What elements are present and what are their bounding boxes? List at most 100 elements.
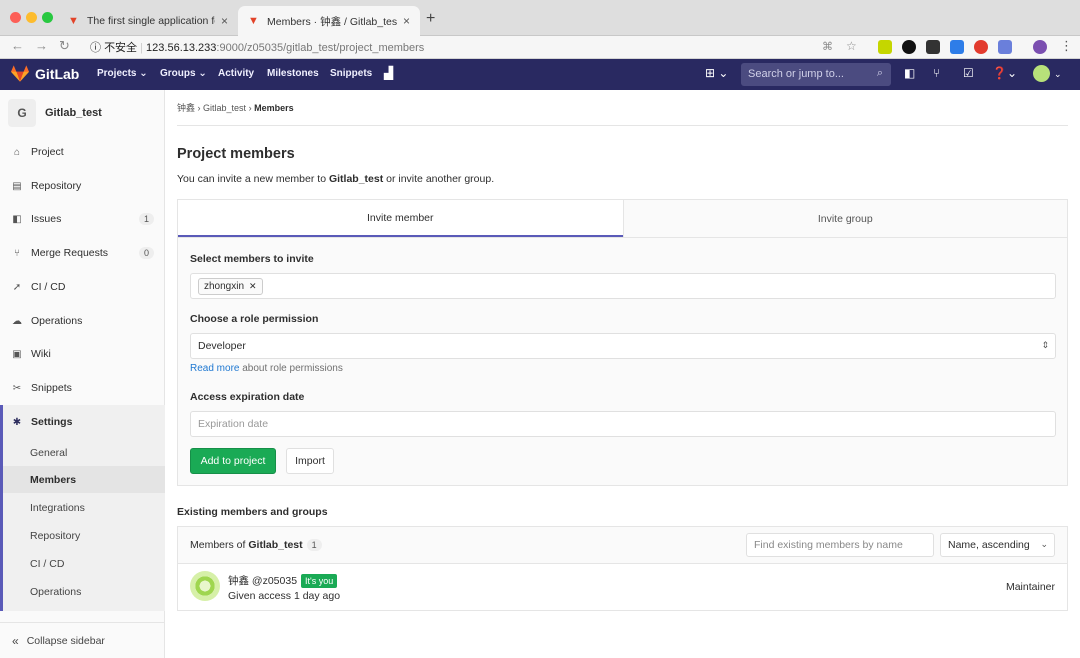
role-selected-value: Developer <box>198 340 246 352</box>
breadcrumb-owner[interactable]: 钟鑫 <box>177 103 195 113</box>
new-tab-button[interactable]: + <box>426 10 435 28</box>
breadcrumb: 钟鑫 › Gitlab_test › Members <box>177 101 294 114</box>
browser-tab-bar: ▼ The first single application for e × ▼… <box>0 0 1080 36</box>
expiration-date-input[interactable]: Expiration date <box>190 411 1056 437</box>
search-input[interactable]: Search or jump to... ⌕ <box>741 63 891 86</box>
extension-icon[interactable] <box>926 40 940 54</box>
members-project: Gitlab_test <box>248 539 303 551</box>
members-header-label: Members of Gitlab_test 1 <box>190 539 322 551</box>
sidebar-active-highlight <box>3 466 165 493</box>
remove-token-icon[interactable]: ✕ <box>249 281 257 291</box>
reload-icon[interactable]: ↻ <box>59 38 70 54</box>
lead-text: You can invite a new member to <box>177 173 329 185</box>
maximize-window-button[interactable] <box>42 12 53 23</box>
bookmark-star-icon[interactable]: ☆ <box>846 39 857 53</box>
nav-milestones[interactable]: Milestones <box>267 68 319 79</box>
member-access-info: Given access 1 day ago <box>228 590 341 602</box>
sidebar-sub-general[interactable]: General <box>30 447 67 459</box>
nav-projects[interactable]: Projects ⌄ <box>97 68 148 79</box>
home-icon: ⌂ <box>13 146 21 158</box>
sidebar-item-project[interactable]: ⌂ Project <box>0 141 165 163</box>
extension-icon[interactable] <box>902 40 916 54</box>
invite-tabs: Invite member Invite group <box>178 200 1067 238</box>
lead-text: or invite another group. <box>383 173 495 185</box>
close-tab-icon[interactable]: × <box>403 14 410 28</box>
sidebar-item-settings[interactable]: ✱ Settings <box>0 411 165 433</box>
nav-activity[interactable]: Activity <box>218 68 254 79</box>
close-window-button[interactable] <box>10 12 21 23</box>
forward-icon[interactable]: → <box>35 38 48 53</box>
sidebar-item-ci-cd[interactable]: ➚ CI / CD <box>0 276 165 298</box>
translate-icon[interactable]: ⌘ <box>822 40 833 53</box>
book-icon: ▣ <box>12 348 22 360</box>
sidebar-project-header[interactable]: G Gitlab_test <box>8 99 102 127</box>
search-icon: ⌕ <box>876 67 883 79</box>
member-role: Maintainer <box>1005 581 1055 593</box>
url-field[interactable]: ⓘ 不安全 | 123.56.13.233:9000/z05035/gitlab… <box>90 39 424 55</box>
book-icon: ▤ <box>12 180 22 192</box>
minimize-window-button[interactable] <box>26 12 37 23</box>
url-host: 123.56.13.233 <box>146 42 217 54</box>
members-select-input[interactable]: zhongxin ✕ <box>190 273 1056 299</box>
read-more-link[interactable]: Read more <box>190 363 239 374</box>
info-icon: ⓘ <box>90 42 101 54</box>
close-tab-icon[interactable]: × <box>221 14 228 28</box>
members-header: Members of Gitlab_test 1 Find existing me… <box>178 527 1067 564</box>
tab-invite-member[interactable]: Invite member <box>178 200 623 237</box>
sidebar-sub-members[interactable]: Members <box>30 474 76 486</box>
browser-tab-title: Members · 钟鑫 / Gitlab_test · Gi <box>267 15 397 28</box>
double-chevron-left-icon: « <box>12 633 19 648</box>
sort-dropdown[interactable]: Name, ascending ⌄ <box>940 533 1055 557</box>
extension-icon[interactable] <box>974 40 988 54</box>
extension-icon[interactable] <box>998 40 1012 54</box>
sidebar-item-snippets[interactable]: ✂ Snippets <box>0 377 165 399</box>
role-select[interactable]: Developer ⇕ <box>190 333 1056 359</box>
member-avatar[interactable] <box>190 571 220 601</box>
import-button[interactable]: Import <box>286 448 334 474</box>
url-path: :9000/z05035/gitlab_test/project_members <box>216 42 425 54</box>
sidebar-item-merge-requests[interactable]: ⑂ Merge Requests 0 <box>0 242 165 264</box>
extension-icon[interactable] <box>950 40 964 54</box>
back-icon[interactable]: ← <box>11 38 24 53</box>
breadcrumb-current[interactable]: Members <box>254 103 294 113</box>
sidebar-item-operations[interactable]: ☁ Operations <box>0 310 165 332</box>
selected-user-token[interactable]: zhongxin ✕ <box>198 277 263 295</box>
issues-icon[interactable]: ◧ <box>904 66 915 80</box>
sidebar-item-issues[interactable]: ◧ Issues 1 <box>0 208 165 230</box>
merge-icon: ⑂ <box>14 247 20 259</box>
nav-groups[interactable]: Groups ⌄ <box>160 68 207 79</box>
sort-value: Name, ascending <box>948 539 1030 551</box>
add-to-project-button[interactable]: Add to project <box>190 448 276 474</box>
browser-menu-icon[interactable]: ⋮ <box>1060 38 1073 54</box>
sidebar-sub-repository[interactable]: Repository <box>30 530 80 542</box>
member-name[interactable]: 钟鑫 <box>228 575 249 587</box>
extension-icon[interactable] <box>878 40 892 54</box>
tab-invite-group[interactable]: Invite group <box>622 200 1068 237</box>
new-dropdown-icon[interactable]: ⊞ ⌄ <box>705 66 728 80</box>
sidebar-item-label: Project <box>31 146 64 158</box>
gitlab-fox-icon <box>11 65 29 82</box>
merge-request-icon[interactable]: ⑂ <box>933 66 940 80</box>
todo-icon[interactable]: ☑ <box>963 66 974 80</box>
sidebar-sub-operations[interactable]: Operations <box>30 586 81 598</box>
user-avatar[interactable] <box>1033 65 1050 82</box>
search-placeholder: Search or jump to... <box>748 68 844 80</box>
sidebar-sub-integrations[interactable]: Integrations <box>30 502 85 514</box>
sidebar-item-label: Merge Requests <box>31 247 109 259</box>
help-icon[interactable]: ❓⌄ <box>992 66 1017 80</box>
divider <box>177 125 1068 126</box>
gitlab-logo[interactable]: GitLab <box>11 65 79 82</box>
chevron-down-icon[interactable]: ⌄ <box>1054 69 1062 80</box>
member-search-input[interactable]: Find existing members by name <box>746 533 934 557</box>
sidebar-item-wiki[interactable]: ▣ Wiki <box>0 343 165 365</box>
browser-tab[interactable]: ▼ The first single application for e × <box>58 6 238 36</box>
profile-avatar-icon[interactable] <box>1033 40 1047 54</box>
chart-icon[interactable]: ▟ <box>384 66 393 80</box>
sidebar-item-repository[interactable]: ▤ Repository <box>0 175 165 197</box>
collapse-sidebar-button[interactable]: « Collapse sidebar <box>0 622 165 658</box>
browser-tab-active[interactable]: ▼ Members · 钟鑫 / Gitlab_test · Gi × <box>238 6 420 36</box>
sidebar-sub-ci-cd[interactable]: CI / CD <box>30 558 64 570</box>
its-you-badge: It's you <box>301 574 338 588</box>
nav-snippets[interactable]: Snippets <box>330 68 372 79</box>
breadcrumb-project[interactable]: Gitlab_test <box>203 103 246 113</box>
